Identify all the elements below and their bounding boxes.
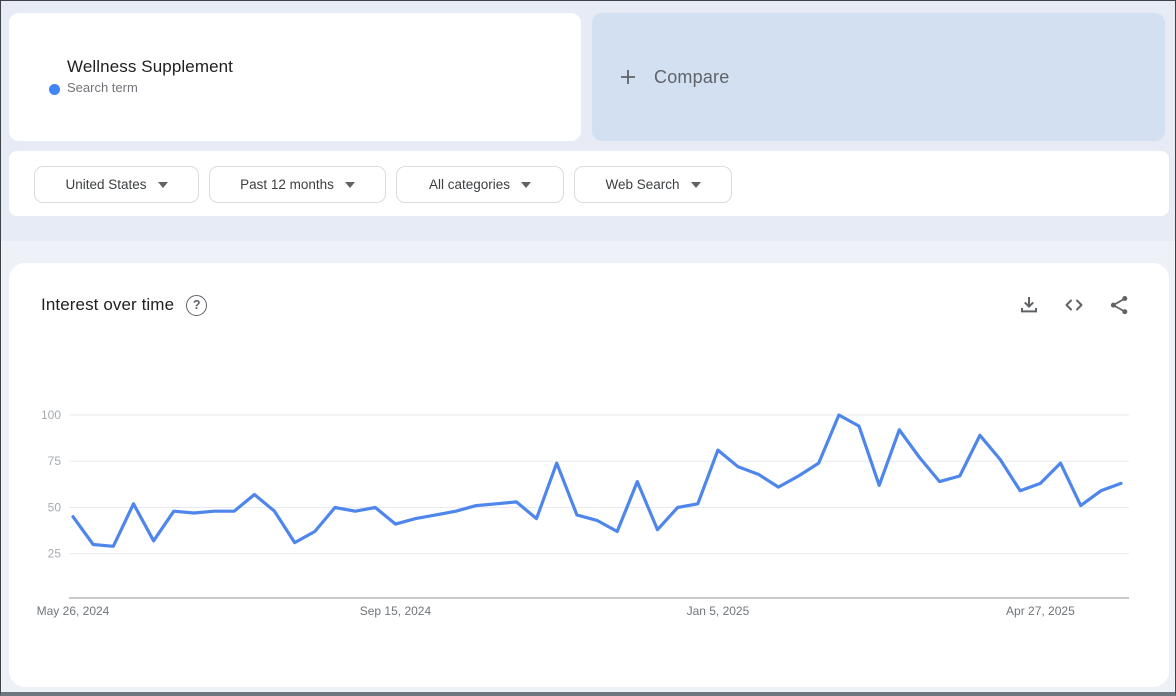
help-icon[interactable]: ?: [186, 294, 208, 316]
x-axis-tick-label: Apr 27, 2025: [1006, 604, 1075, 618]
download-icon[interactable]: [1017, 293, 1041, 317]
y-axis-tick-label: 25: [48, 547, 62, 561]
y-axis-tick-label: 75: [48, 454, 62, 468]
region-filter-label: United States: [65, 177, 147, 192]
interest-over-time-chart[interactable]: 25 50 75 100 May 26, 2024 Sep 15, 2024 Jan 5, …: [9, 263, 1169, 687]
x-axis-tick-label: Sep 15, 2024: [360, 604, 432, 618]
chevron-down-icon: [344, 182, 355, 188]
search-term-title: Wellness Supplement: [67, 57, 234, 76]
x-axis-tick-label: Jan 5, 2025: [687, 604, 750, 618]
y-axis-tick-label: 100: [41, 408, 61, 422]
chevron-down-icon: [690, 182, 701, 188]
filters-bar: United States Past 12 months All categor…: [9, 151, 1169, 216]
search-term-subtitle: Search term: [67, 80, 138, 95]
search-type-filter-label: Web Search: [605, 177, 680, 192]
add-comparison-button[interactable]: Compare: [592, 13, 1165, 141]
embed-icon[interactable]: [1062, 293, 1086, 317]
time-range-filter-dropdown[interactable]: Past 12 months: [209, 166, 386, 203]
trend-line[interactable]: [71, 413, 1123, 548]
google-trends-page: Wellness Supplement Search term Compare …: [0, 0, 1176, 696]
search-term-card[interactable]: Wellness Supplement Search term: [9, 13, 581, 141]
plus-icon: [621, 70, 635, 84]
section-title: Interest over time: [41, 295, 175, 314]
series-color-dot: [49, 84, 60, 95]
region-filter-dropdown[interactable]: United States: [34, 166, 199, 203]
x-axis-tick-label: May 26, 2024: [37, 604, 110, 618]
compare-label: Compare: [654, 66, 730, 87]
time-range-filter-label: Past 12 months: [240, 177, 334, 192]
chevron-down-icon: [157, 182, 168, 188]
category-filter-label: All categories: [428, 177, 511, 192]
share-icon[interactable]: [1107, 293, 1131, 317]
search-type-filter-dropdown[interactable]: Web Search: [574, 166, 732, 203]
chevron-down-icon: [521, 182, 532, 188]
y-axis-tick-label: 50: [48, 500, 62, 514]
interest-over-time-card: Interest over time ? 25 50 75 100 May 26…: [9, 263, 1169, 687]
category-filter-dropdown[interactable]: All categories: [396, 166, 564, 203]
